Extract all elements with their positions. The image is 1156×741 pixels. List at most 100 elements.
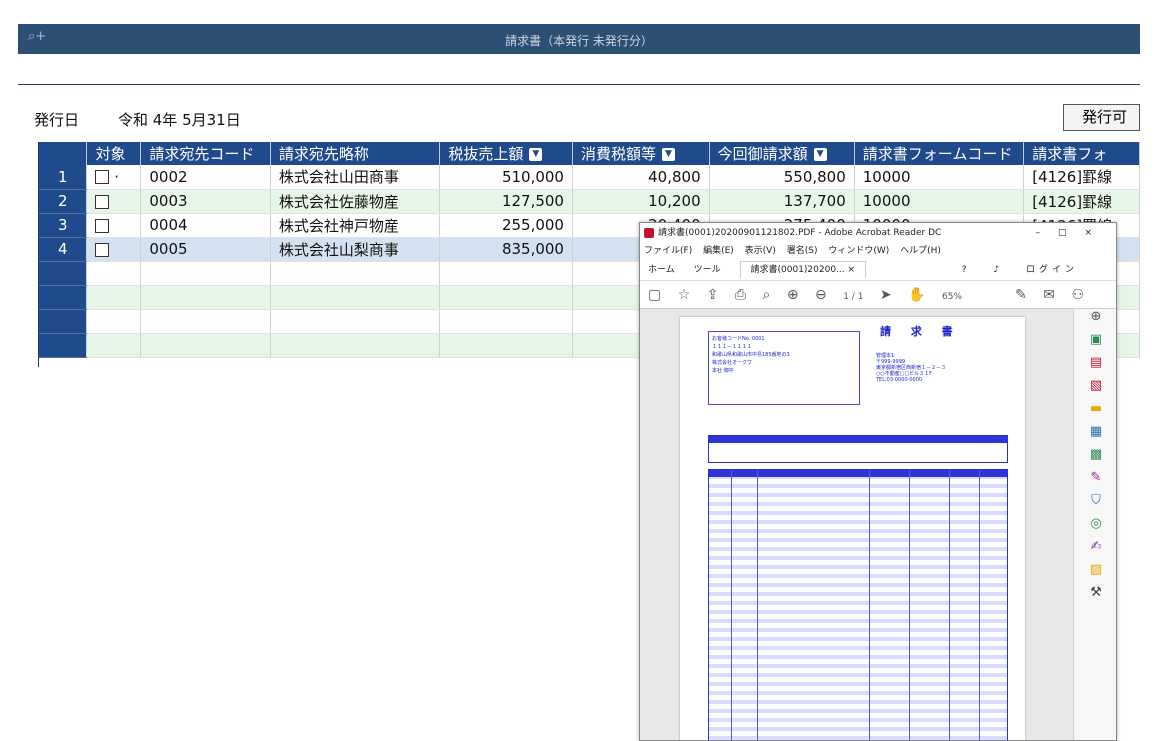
row-number[interactable]: 1 — [39, 165, 88, 190]
organize-pages-icon[interactable]: ▤ — [1074, 355, 1116, 378]
billing-cell[interactable]: 550,800 — [709, 165, 855, 190]
header-form-code[interactable]: 請求書フォームコード — [854, 142, 1025, 165]
empty-cell[interactable] — [140, 333, 271, 358]
comment-icon[interactable]: ▬ — [1074, 401, 1116, 424]
print-icon[interactable]: ⎙ — [735, 287, 746, 303]
header-sales[interactable]: 税抜売上額 ▼ — [439, 142, 573, 165]
page-up-icon[interactable]: ⊕ — [787, 287, 799, 303]
name-cell[interactable]: 株式会社山田商事 — [270, 165, 441, 190]
tab-home[interactable]: ホーム — [648, 265, 675, 275]
header-form-name[interactable]: 請求書フォ — [1023, 142, 1140, 165]
more-tools-icon[interactable]: ⚒ — [1074, 585, 1116, 608]
empty-cell[interactable] — [270, 309, 441, 334]
empty-cell[interactable] — [270, 285, 441, 310]
menu-window[interactable]: ウィンドウ(W) — [828, 246, 889, 256]
code-cell[interactable]: 0002 — [140, 165, 271, 190]
zoom-in-icon[interactable]: ⊕ — [1074, 309, 1116, 332]
empty-cell[interactable] — [140, 309, 271, 334]
menu-file[interactable]: ファイル(F) — [644, 246, 692, 256]
tax-cell[interactable]: 10,200 — [572, 189, 710, 214]
fill-sign-icon[interactable]: ✎ — [1074, 470, 1116, 493]
create-pdf-icon[interactable]: ▧ — [1074, 378, 1116, 401]
chevron-down-icon[interactable]: ▼ — [661, 148, 675, 161]
target-cell[interactable] — [86, 189, 142, 214]
empty-cell[interactable] — [439, 285, 573, 310]
protect-icon[interactable]: ⛉ — [1074, 493, 1116, 516]
name-cell[interactable]: 株式会社神戸物産 — [270, 213, 441, 238]
sign-icon[interactable]: ✎ — [1015, 287, 1027, 303]
optimize-icon[interactable]: ◎ — [1074, 516, 1116, 539]
page-down-icon[interactable]: ⊖ — [815, 287, 827, 303]
mail-icon[interactable]: ✉ — [1043, 287, 1055, 303]
target-cell[interactable] — [86, 237, 142, 262]
empty-cell[interactable] — [439, 309, 573, 334]
empty-cell[interactable] — [86, 261, 142, 286]
issue-date-value[interactable]: 令和 4年 5月31日 — [118, 109, 241, 130]
header-billing[interactable]: 今回御請求額 ▼ — [709, 142, 855, 165]
table-row[interactable]: 1 · 0002 株式会社山田商事 510,000 40,800 550,800… — [39, 165, 1140, 190]
edit-pdf-icon[interactable]: ▩ — [1074, 447, 1116, 470]
send-signature-icon[interactable]: ✍ — [1074, 539, 1116, 562]
table-row[interactable]: 2 0003 株式会社佐藤物産 127,500 10,200 137,700 1… — [39, 189, 1140, 214]
target-cell[interactable]: · — [86, 165, 142, 190]
header-code[interactable]: 請求宛先コード — [140, 142, 271, 165]
window-controls[interactable]: –□× — [1035, 223, 1110, 243]
form-code-cell[interactable]: 10000 — [854, 189, 1025, 214]
header-name[interactable]: 請求宛先略称 — [270, 142, 441, 165]
target-checkbox[interactable] — [95, 242, 110, 257]
star-icon[interactable]: ☆ — [678, 287, 691, 303]
tab-tools[interactable]: ツール — [694, 265, 721, 275]
target-checkbox[interactable] — [95, 170, 110, 185]
empty-cell[interactable] — [86, 309, 142, 334]
hand-tool-icon[interactable]: ✋ — [908, 287, 925, 303]
scan-icon[interactable]: ▨ — [1074, 562, 1116, 585]
save-icon[interactable]: ▢ — [648, 287, 661, 303]
select-cursor-icon[interactable]: ➤ — [880, 287, 892, 303]
code-cell[interactable]: 0005 — [140, 237, 271, 262]
share-user-icon[interactable]: ⚇ — [1071, 287, 1084, 303]
billing-cell[interactable]: 137,700 — [709, 189, 855, 214]
sales-cell[interactable]: 510,000 — [439, 165, 573, 190]
menu-edit[interactable]: 編集(E) — [703, 246, 734, 256]
header-tax[interactable]: 消費税額等 ▼ — [572, 142, 710, 165]
login-link[interactable]: ログイン — [1026, 265, 1078, 275]
upload-icon[interactable]: ⇪ — [707, 287, 719, 303]
row-number[interactable]: 3 — [39, 213, 88, 238]
empty-cell[interactable] — [439, 261, 573, 286]
target-checkbox[interactable] — [95, 194, 110, 209]
empty-cell[interactable] — [270, 261, 441, 286]
form-name-cell[interactable]: [4126]罫線 — [1023, 165, 1140, 190]
sales-cell[interactable]: 255,000 — [439, 213, 573, 238]
sales-cell[interactable]: 835,000 — [439, 237, 573, 262]
issue-button[interactable]: 発行可 — [1063, 104, 1140, 131]
pdf-viewer-window[interactable]: 請求書(0001)20200901121802.PDF - Adobe Acro… — [639, 222, 1117, 741]
name-cell[interactable]: 株式会社山梨商事 — [270, 237, 441, 262]
row-number[interactable] — [39, 333, 88, 358]
menu-sign[interactable]: 署名(S) — [787, 246, 818, 256]
tab-document[interactable]: 請求書(0001)20200... × — [739, 261, 867, 278]
bell-icon[interactable]: ♪ — [993, 265, 1003, 275]
menu-view[interactable]: 表示(V) — [745, 246, 776, 256]
empty-cell[interactable] — [140, 285, 271, 310]
row-number[interactable] — [39, 309, 88, 334]
form-code-cell[interactable]: 10000 — [854, 165, 1025, 190]
code-cell[interactable]: 0003 — [140, 189, 271, 214]
pdf-document-view[interactable]: 請 求 書 お客様コードNo. 0001 １１１－１１１１ 和歌山県和歌山市中島… — [640, 309, 1073, 740]
row-number[interactable] — [39, 285, 88, 310]
row-number[interactable] — [39, 261, 88, 286]
empty-cell[interactable] — [270, 333, 441, 358]
menu-help[interactable]: ヘルプ(H) — [900, 246, 941, 256]
combine-files-icon[interactable]: ▦ — [1074, 424, 1116, 447]
sales-cell[interactable]: 127,500 — [439, 189, 573, 214]
empty-cell[interactable] — [86, 333, 142, 358]
help-icon[interactable]: ? — [962, 265, 971, 275]
target-checkbox[interactable] — [95, 218, 110, 233]
page-indicator[interactable]: 1 / 1 — [843, 292, 863, 302]
empty-cell[interactable] — [86, 285, 142, 310]
header-target[interactable]: 対象 — [86, 142, 142, 165]
target-cell[interactable] — [86, 213, 142, 238]
row-number[interactable]: 2 — [39, 189, 88, 214]
export-pdf-icon[interactable]: ▣ — [1074, 332, 1116, 355]
form-name-cell[interactable]: [4126]罫線 — [1023, 189, 1140, 214]
empty-cell[interactable] — [140, 261, 271, 286]
